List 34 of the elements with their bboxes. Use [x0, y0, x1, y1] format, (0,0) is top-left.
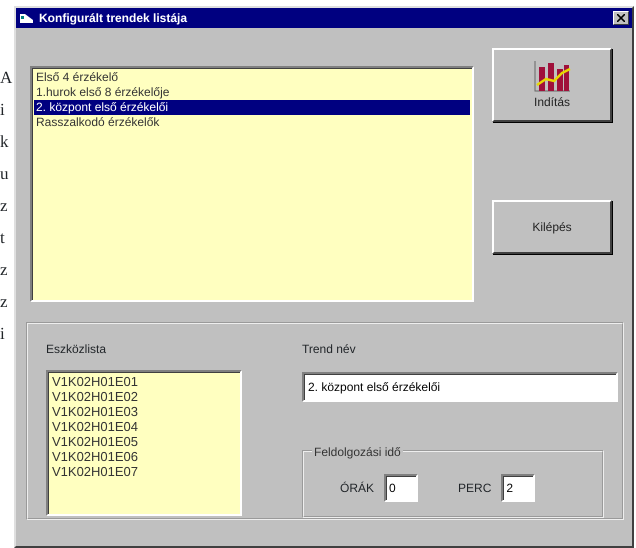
- margin-text: k: [0, 132, 10, 151]
- minutes-field[interactable]: 2: [501, 474, 536, 502]
- list-item[interactable]: V1K02H01E07: [50, 464, 238, 479]
- list-item[interactable]: V1K02H01E01: [50, 374, 238, 389]
- list-item[interactable]: V1K02H01E05: [50, 434, 238, 449]
- start-button[interactable]: Indítás: [492, 48, 612, 122]
- trend-name-field[interactable]: 2. központ első érzékelői: [302, 372, 618, 402]
- margin-text: u: [0, 164, 10, 183]
- exit-button[interactable]: Kilépés: [492, 200, 612, 254]
- margin-text: i: [0, 324, 6, 343]
- hours-label: ÓRÁK: [340, 480, 374, 497]
- margin-text: z: [0, 292, 9, 311]
- list-item[interactable]: 1.hurok első 8 érzékelője: [34, 85, 470, 100]
- list-item[interactable]: V1K02H01E03: [50, 404, 238, 419]
- margin-text: t: [0, 228, 6, 247]
- margin-text: z: [0, 260, 9, 279]
- list-item[interactable]: Első 4 érzékelő: [34, 70, 470, 85]
- window-title: Konfigurált trendek listája: [39, 10, 188, 27]
- close-button[interactable]: [613, 11, 629, 25]
- list-label: Eszközlista: [46, 341, 108, 358]
- list-item[interactable]: Rasszalkodó érzékelők: [34, 115, 470, 130]
- margin-text: z: [0, 196, 9, 215]
- margin-text: A: [0, 68, 12, 87]
- list-item[interactable]: V1K02H01E06: [50, 449, 238, 464]
- list-item[interactable]: 2. központ első érzékelői: [34, 100, 470, 115]
- field-label: Trend név: [302, 341, 357, 358]
- margin-text: i: [0, 100, 6, 119]
- minutes-label: PERC: [458, 480, 492, 497]
- list-item[interactable]: V1K02H01E02: [50, 389, 238, 404]
- close-icon: [617, 14, 625, 22]
- bar-chart-icon: [532, 59, 572, 93]
- hours-field[interactable]: 0: [384, 474, 418, 502]
- window-icon: [19, 12, 35, 24]
- list-item[interactable]: V1K02H01E04: [50, 419, 238, 434]
